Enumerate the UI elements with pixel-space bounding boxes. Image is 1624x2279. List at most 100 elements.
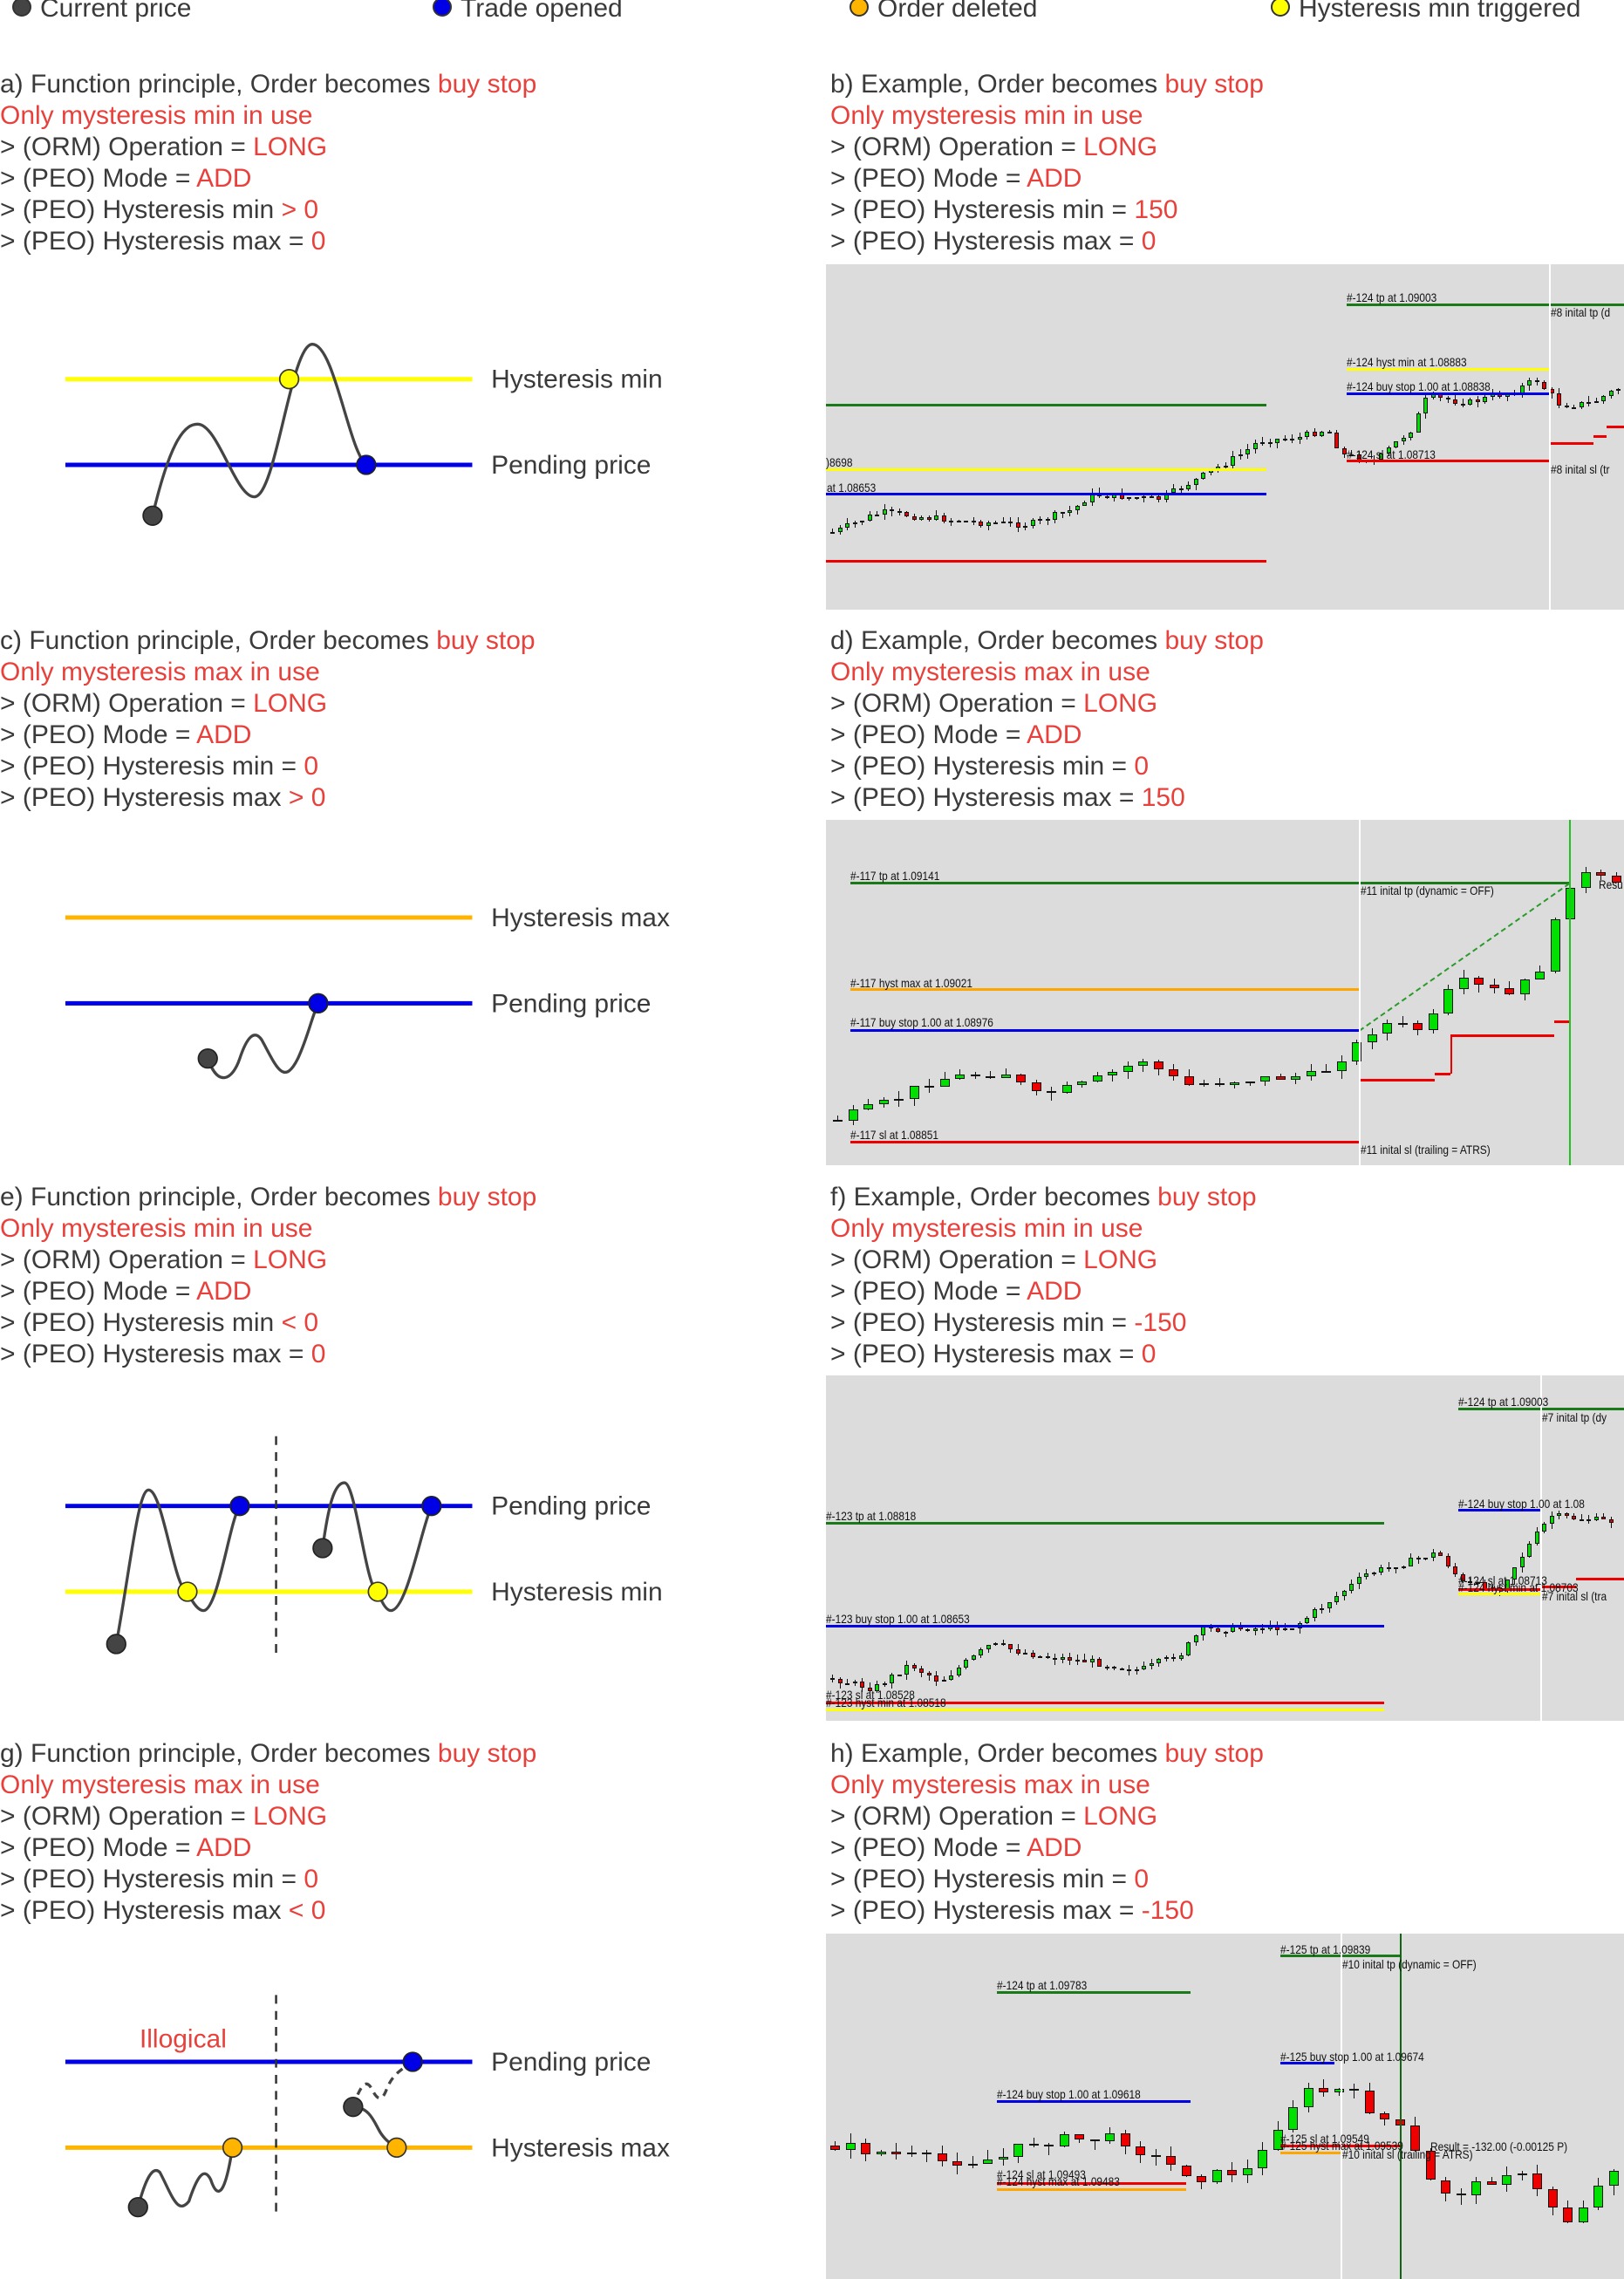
section-title: e) Function principle, Order becomes buy… [0,1182,536,1213]
parameter-value: 0 [310,1340,326,1368]
candle [1097,1659,1102,1667]
upper-line-label: Pending price [491,2048,651,2077]
parameter-label: > (ORM) Operation = [830,1245,1084,1274]
candle [1016,1074,1026,1082]
candle [956,1668,961,1675]
candle [1557,1513,1561,1517]
candle [1586,1519,1591,1522]
chart-annotation: Result = -132.00 (-0.00125 P) [1430,2139,1568,2154]
order-type: buy stop [437,1739,537,1768]
title-text: e) Function principle, Order becomes [0,1183,438,1211]
candle [1527,1544,1532,1558]
candle [837,527,843,532]
candle [1149,495,1154,498]
dot-icon [12,0,31,17]
candle [1089,2139,1100,2142]
trade-opened-dot [229,1496,250,1517]
candle [934,515,938,520]
legend-label: Current price [40,0,192,23]
parameter-label: > (PEO) Hysteresis min [0,1308,282,1337]
candle [911,1664,917,1669]
chart-annotation: #-124 buy stop 1.00 at 1.08 [1458,1497,1585,1511]
chart-annotation: #-117 hyst max at 1.09021 [850,975,973,990]
candle [1306,1070,1316,1077]
parameter-label: > (ORM) Operation = [0,1245,254,1274]
parameter-line: > (ORM) Operation = LONG [0,688,536,720]
lower-line-label: Hysteresis max [491,2133,670,2162]
candle-wick [891,507,892,516]
section-d: d) Example, Order becomes buy stop Only m… [830,625,1264,814]
parameter-value: -150 [1141,1896,1194,1925]
candle [971,521,976,523]
section-title: d) Example, Order becomes buy stop [830,625,1264,657]
parameter-label: > (PEO) Mode = [830,1277,1027,1306]
candle [1608,2171,1619,2187]
candle [983,2159,993,2164]
candle [1542,382,1546,390]
candle [1181,2165,1191,2177]
candle [1150,2154,1161,2157]
candle [1075,1659,1080,1661]
parameter-value: < 0 [281,1308,319,1337]
candle [979,1649,983,1655]
candle [1380,2113,1389,2119]
chart-annotation: #-124 buy stop 1.00 at 1.08838 [1347,379,1491,394]
trade-close-marker [1569,820,1571,1165]
parameter-value: 150 [1141,783,1185,812]
price-curve [114,1488,242,1645]
candle [1319,2088,1328,2092]
candle [1320,1607,1324,1610]
candle [971,1655,976,1661]
dot-icon [1271,0,1290,17]
candle [1231,455,1235,466]
candle [1564,405,1569,408]
candle [1104,1666,1109,1668]
candle [1428,1013,1438,1031]
chart-example-h: #-125 tp at 1.09839 #10 inital tp (dynami… [826,1934,1624,2279]
candle [1580,871,1591,889]
parameter-value: < 0 [288,1896,326,1925]
chart-annotation: #7 inital sl (tra [1542,1589,1607,1603]
candle [1252,442,1258,450]
candle [1334,433,1339,448]
current-price-dot [127,2196,148,2218]
candle [1023,526,1027,529]
candle [890,509,894,512]
candle [875,514,879,516]
candle [1423,397,1428,414]
candle [890,1675,894,1684]
parameter-line: > (PEO) Hysteresis max = -150 [830,1895,1264,1927]
parameter-label: > (PEO) Mode = [0,1833,197,1862]
candle [1082,502,1087,506]
legend-label: Hysteresis min triggered [1299,0,1581,23]
chart-annotation: #-123 buy stop 1.00 at 1.08653 [826,1612,970,1627]
candle [1142,1666,1146,1669]
parameter-line: > (PEO) Mode = ADD [830,720,1264,751]
candle [1044,2145,1054,2147]
candle [830,532,835,534]
candle [845,1682,850,1685]
candle [993,522,998,525]
parameter-line: > (PEO) Hysteresis min = 0 [0,751,536,782]
chart-annotation: #11 inital sl (trailing = ATRS) [1361,1143,1491,1157]
candle [952,2160,962,2166]
candle [1593,1517,1599,1521]
candle [1601,396,1606,401]
chart-annotation: #7 inital tp (dy [1542,1409,1607,1424]
parameter-line: > (ORM) Operation = LONG [0,1801,536,1832]
candle [1535,971,1545,979]
candle [993,1642,998,1646]
candle [937,2153,947,2161]
candle [852,1681,857,1683]
candle [1169,1068,1178,1077]
candle [1015,522,1020,528]
candle [925,1085,934,1088]
section-f: f) Example, Order becomes buy stop Only m… [830,1182,1257,1370]
illogical-label: Illogical [140,2024,227,2053]
candle [1000,1074,1011,1078]
candle [1199,1083,1209,1086]
parameter-value: ADD [196,1277,252,1306]
parameter-value: ADD [196,1833,252,1862]
candle [979,521,983,526]
candle [1397,1022,1408,1025]
